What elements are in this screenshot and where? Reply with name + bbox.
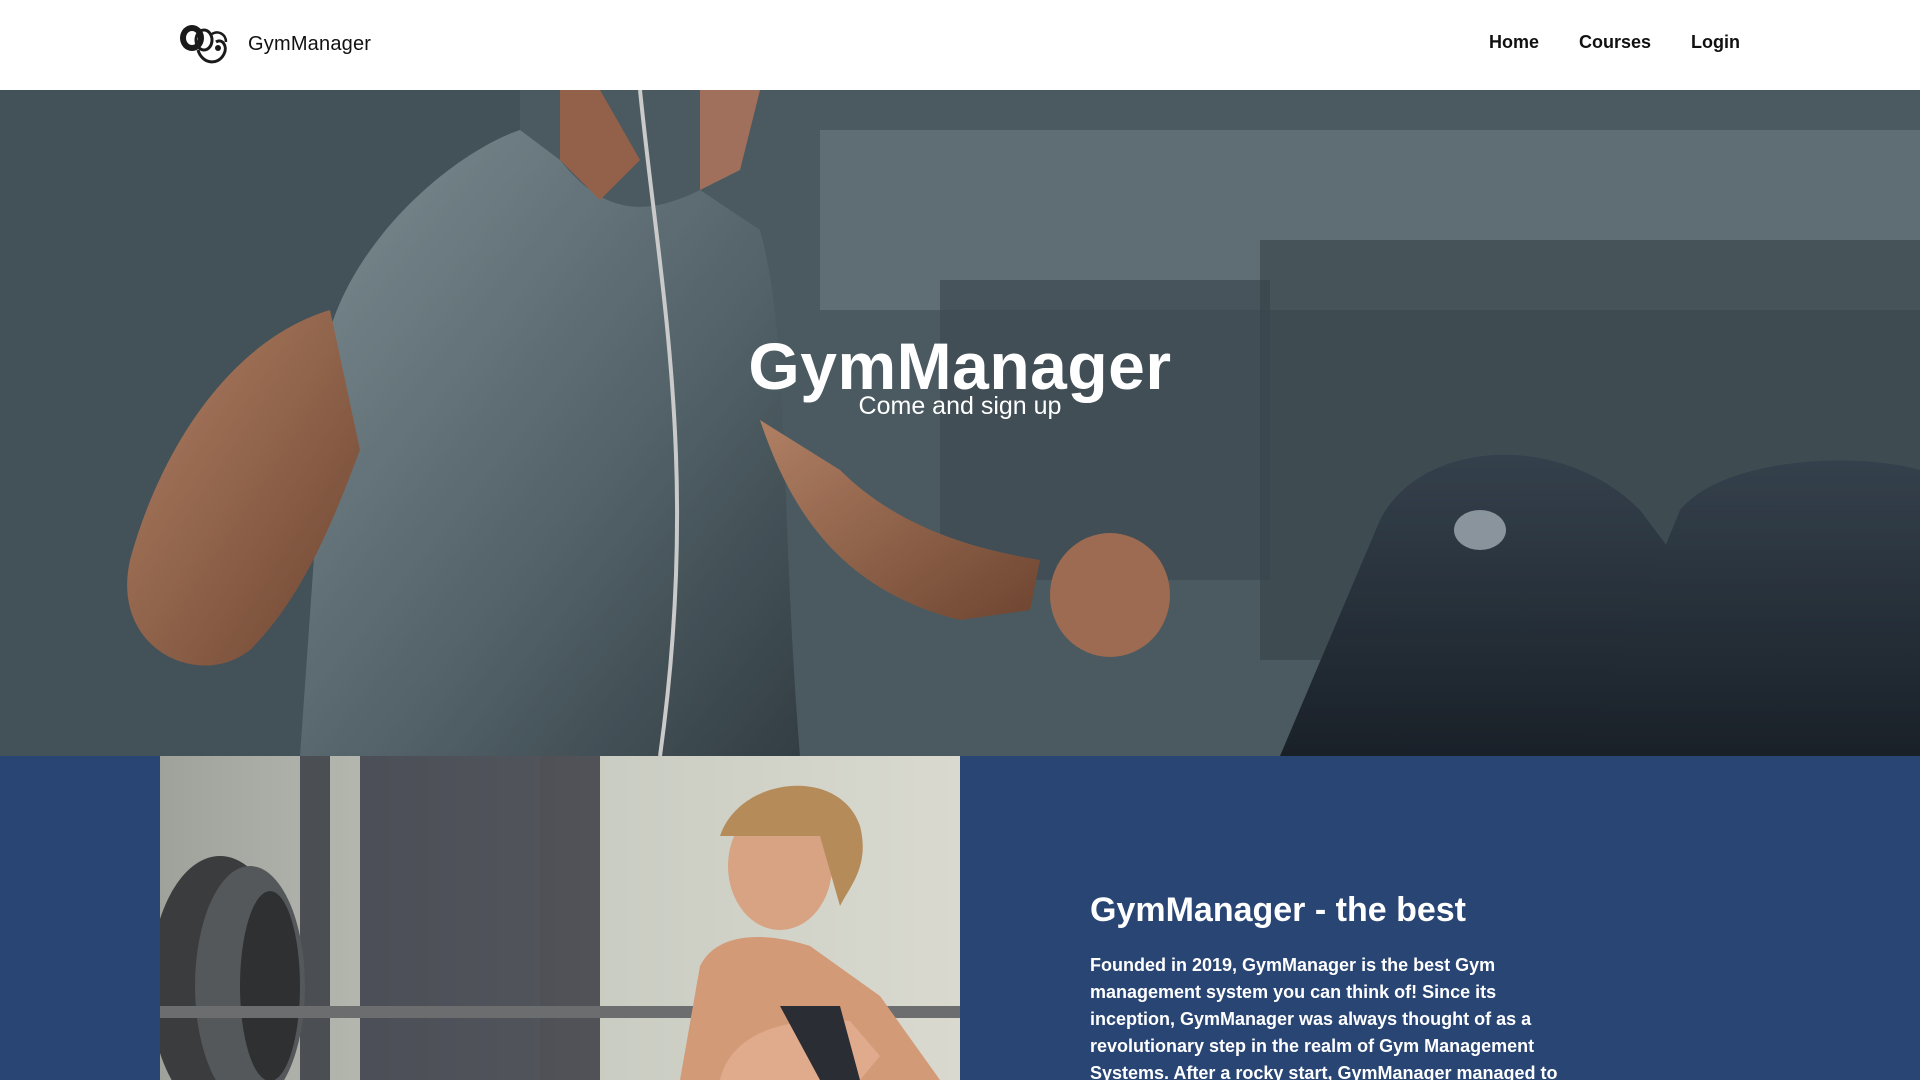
about-photo bbox=[160, 756, 960, 1080]
about-section: GymManager - the best Founded in 2019, G… bbox=[0, 756, 1920, 1080]
site-header: GymManager Home Courses Login bbox=[0, 0, 1920, 90]
nav-courses[interactable]: Courses bbox=[1579, 32, 1651, 53]
hero-subtitle: Come and sign up bbox=[858, 392, 1062, 420]
brand-link[interactable]: GymManager bbox=[178, 20, 371, 68]
nav-login[interactable]: Login bbox=[1691, 32, 1740, 53]
woman-barbell-photo bbox=[160, 756, 960, 1080]
hero-section: GymManager Come and sign up bbox=[0, 90, 1920, 756]
nav-home[interactable]: Home bbox=[1489, 32, 1539, 53]
hero-background-photo bbox=[0, 90, 1920, 756]
gym-logo-icon bbox=[180, 25, 228, 64]
main-nav: Home Courses Login bbox=[1489, 32, 1740, 53]
about-heading: GymManager - the best bbox=[1090, 891, 1466, 929]
about-body: Founded in 2019, GymManager is the best … bbox=[1090, 955, 1558, 1080]
brand-name: GymManager bbox=[248, 32, 372, 55]
